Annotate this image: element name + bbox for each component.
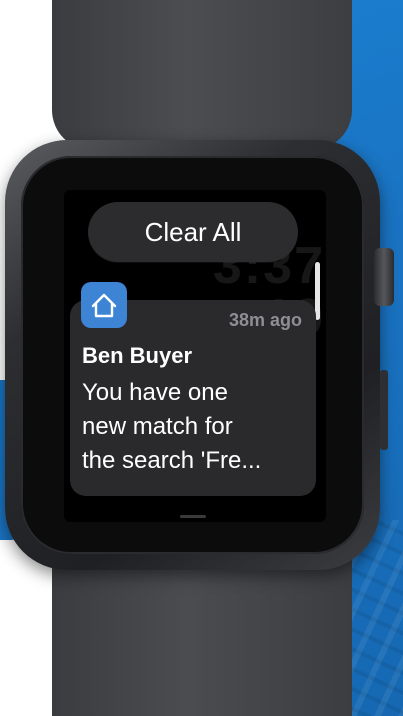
notification-sender: Ben Buyer xyxy=(82,343,193,368)
side-button[interactable] xyxy=(380,370,388,450)
message-line: the search 'Fre... xyxy=(82,447,262,474)
clear-all-button[interactable]: Clear All xyxy=(88,202,298,262)
message-line: new match for xyxy=(82,413,233,440)
scroll-indicator xyxy=(315,262,320,320)
app-icon xyxy=(81,282,127,328)
notification-time: 38m ago xyxy=(228,310,302,330)
message-line: You have one xyxy=(82,379,228,406)
watch-band-bottom xyxy=(52,555,352,716)
scroll-handle xyxy=(180,515,206,518)
notification-message: You have one new match for the search 'F… xyxy=(82,376,304,478)
watch-band-top xyxy=(52,0,352,150)
digital-crown[interactable] xyxy=(374,248,394,306)
house-icon xyxy=(91,293,117,318)
